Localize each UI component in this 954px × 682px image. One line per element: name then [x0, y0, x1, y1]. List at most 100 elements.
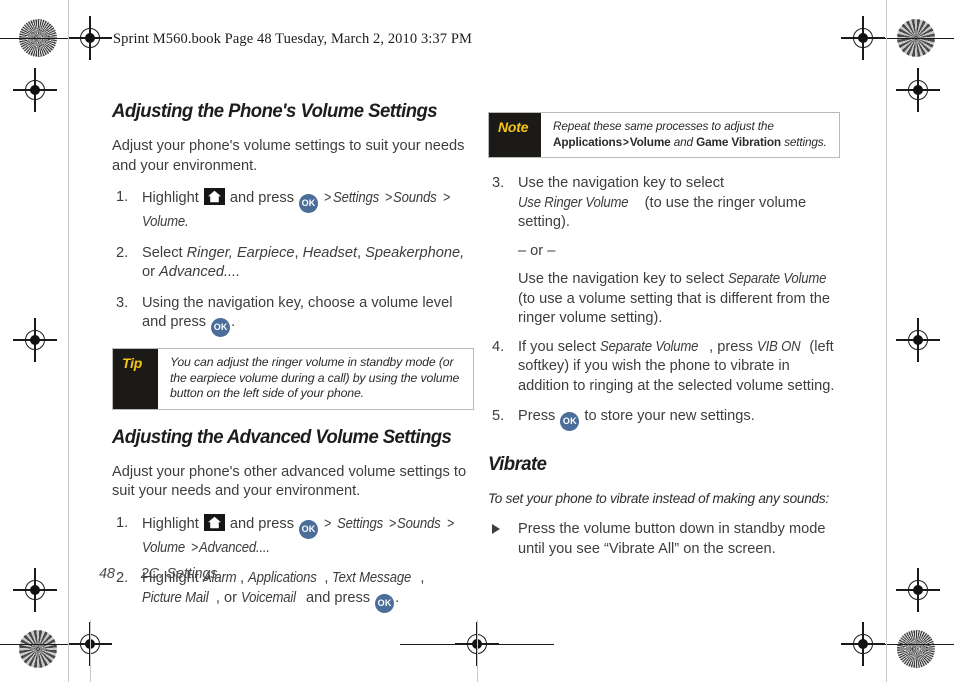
separator-gt: > — [446, 515, 455, 532]
note-menu-game-vibration: Game Vibration — [696, 134, 781, 149]
crop-line-bottom-left — [0, 644, 100, 646]
tip-callout-box: Tip You can adjust the ringer volume in … — [112, 348, 474, 410]
list-item: Press the volume button down in standby … — [488, 520, 840, 559]
ok-icon: OK — [211, 318, 231, 337]
option-picture-mail: Picture Mail — [142, 589, 209, 606]
option-headset: Headset — [302, 244, 358, 261]
note-callout-box: Note Repeat these same processes to adju… — [488, 112, 840, 158]
registration-mark-bottom-left — [68, 622, 112, 666]
registration-mark-left-upper — [13, 68, 57, 112]
page-title-vibrate: Vibrate — [488, 453, 547, 475]
print-color-star-top-left — [19, 19, 57, 57]
menu-path-volume: Volume. — [142, 214, 189, 230]
tip-label: Tip — [113, 349, 158, 409]
option-advanced: Advanced.... — [159, 264, 241, 280]
trim-guide-left — [68, 0, 69, 682]
step-item: 2. Select Ringer, Earpiece, Headset, Spe… — [112, 244, 474, 283]
menu-path-volume: Volume — [142, 539, 185, 556]
footer-chapter-label: 2C. Settings — [140, 566, 218, 582]
home-icon — [203, 513, 225, 531]
option-separate-volume: Separate Volume — [728, 271, 827, 287]
registration-mark-right-lower — [896, 568, 940, 612]
crop-line-bottom-center — [400, 644, 554, 646]
left-column: Adjusting the Phone's Volume Settings Ad… — [112, 100, 474, 624]
note-line-1: Repeat these same processes to adjust th… — [553, 119, 774, 133]
option-use-ringer-volume: Use Ringer Volume — [518, 194, 629, 211]
registration-mark-right-middle — [896, 318, 940, 362]
trim-guide-center — [477, 620, 478, 682]
menu-path-advanced: Advanced.... — [199, 539, 271, 556]
step-number: 1. — [116, 189, 129, 205]
registration-mark-top-right — [841, 16, 885, 60]
footer-page-number: 48 — [99, 566, 115, 582]
separator-gt: > — [388, 515, 397, 532]
step-number: 3. — [492, 175, 505, 191]
right-column: Note Repeat these same processes to adju… — [488, 112, 840, 570]
registration-mark-left-middle — [13, 318, 57, 362]
print-color-star-bottom-right — [897, 630, 935, 668]
softkey-vib-on: VIB ON — [757, 338, 801, 355]
page-title-advanced-volume-settings: Adjusting the Advanced Volume Settings — [112, 425, 452, 448]
menu-path-sounds: Sounds — [393, 190, 437, 206]
tip-text: You can adjust the ringer volume in stan… — [170, 355, 460, 400]
note-conjunction: and — [670, 134, 697, 149]
note-settings-word: settings. — [780, 134, 827, 149]
option-speakerphone: Speakerphone, — [365, 244, 465, 261]
print-color-star-bottom-left — [19, 630, 57, 668]
steps-right-column: 3. Use the navigation key to select Use … — [488, 174, 840, 431]
step-number: 4. — [492, 338, 505, 355]
steps-advanced-volume-settings: 1. Highlight and press OK > Settings >Sou… — [112, 513, 474, 613]
step-text: Press OK to store your new settings. — [518, 408, 755, 431]
step-text: Select Ringer, Earpiece, Headset, Speake… — [142, 244, 465, 281]
separator-gt: > — [324, 190, 332, 206]
option-ringer: Ringer, — [186, 244, 233, 261]
step-number: 2. — [116, 244, 129, 261]
menu-path-settings: Settings — [336, 515, 383, 532]
step-number: 3. — [116, 294, 129, 311]
step-alternative-separator: – or – — [518, 242, 840, 262]
home-icon — [203, 188, 225, 205]
registration-mark-bottom-center — [455, 622, 499, 666]
option-separate-volume: Separate Volume — [599, 338, 699, 355]
crop-line-top-right — [856, 38, 954, 40]
trim-guide-right — [886, 0, 887, 682]
note-text: Repeat these same processes to adjust th… — [541, 113, 839, 157]
registration-mark-left-lower — [13, 568, 57, 612]
ok-icon: OK — [299, 519, 319, 539]
or-separator-text: – or – — [518, 242, 556, 259]
trim-guide-bottom-left — [90, 620, 91, 682]
step-number: 1. — [116, 514, 129, 531]
print-color-star-top-right — [897, 19, 935, 57]
step-text: Highlight and press OK > Settings >Sounds… — [142, 513, 455, 556]
note-label: Note — [489, 113, 541, 157]
step-text: Press the volume button down in standby … — [518, 521, 826, 557]
step-item: 3. Using the navigation key, choose a vo… — [112, 294, 474, 337]
option-text-message: Text Message — [332, 570, 412, 586]
option-earpiece: Earpiece — [236, 244, 295, 261]
registration-mark-bottom-right — [841, 622, 885, 666]
step-item: 4. If you select Separate Volume, press … — [488, 338, 840, 397]
step-item: 3. Use the navigation key to select Use … — [488, 174, 840, 329]
ok-icon: OK — [375, 593, 395, 613]
separator-gt: > — [324, 515, 332, 532]
step-text: If you select Separate Volume, press VIB… — [518, 338, 835, 394]
option-voicemail: Voicemail — [240, 589, 296, 606]
steps-volume-settings: 1. Highlight and press OK >Settings >Soun… — [112, 188, 474, 337]
step-text: Use the navigation key to select Use Rin… — [518, 175, 807, 230]
separator-gt: > — [190, 539, 199, 556]
page-footer: 48 2C. Settings — [99, 566, 218, 582]
steps-vibrate: Press the volume button down in standby … — [488, 520, 840, 559]
crop-line-bottom-right — [856, 644, 954, 646]
step-item: 1. Highlight and press OK >Settings >Soun… — [112, 188, 474, 233]
note-menu-volume: Volume — [629, 134, 671, 149]
step-item: 5. Press OK to store your new settings. — [488, 407, 840, 431]
book-header-line: Sprint M560.book Page 48 Tuesday, March … — [113, 31, 473, 47]
separator-gt: > — [384, 190, 393, 206]
option-applications: Applications — [248, 570, 317, 586]
ok-icon: OK — [299, 194, 319, 213]
registration-mark-top-left — [68, 16, 112, 60]
step-item: 1. Highlight and press OK > Settings >Sou… — [112, 513, 474, 559]
separator-gt: > — [623, 134, 629, 149]
menu-path-sounds: Sounds — [397, 515, 441, 532]
note-menu-applications: Applications — [553, 134, 622, 149]
